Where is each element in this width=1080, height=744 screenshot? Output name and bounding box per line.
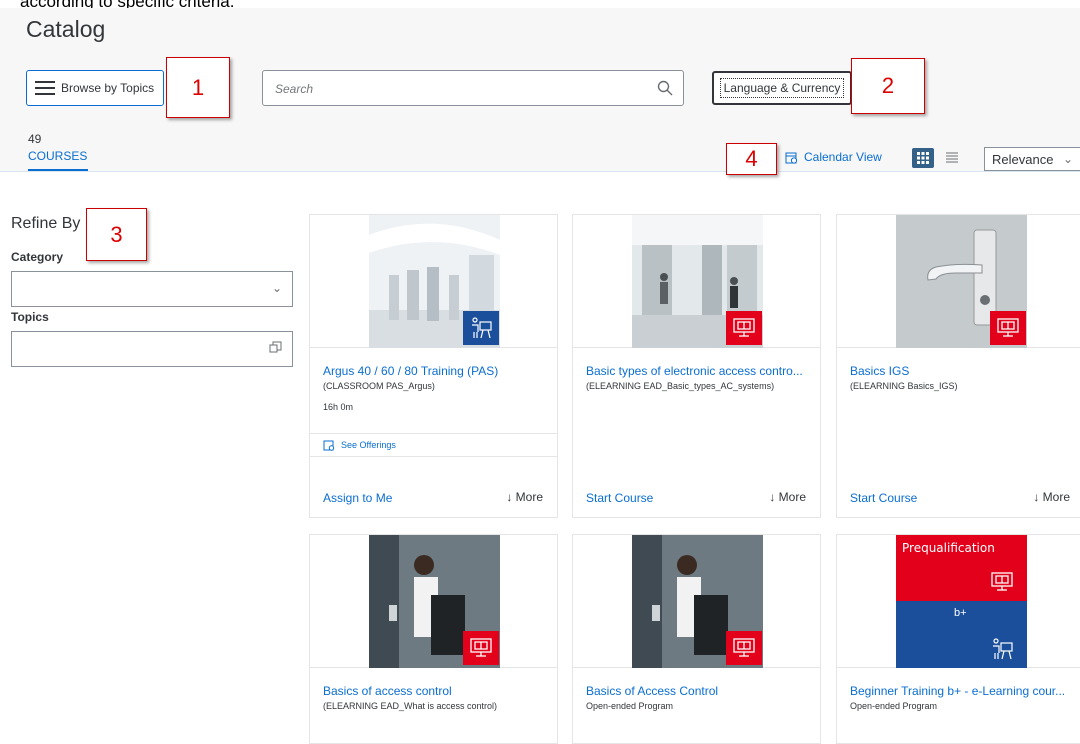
course-code: (CLASSROOM PAS_Argus) xyxy=(323,381,435,391)
course-title[interactable]: Basics of access control xyxy=(323,684,548,698)
prequalification-label: Prequalification xyxy=(902,541,995,555)
result-count: 49 xyxy=(28,132,42,146)
see-offerings-label: See Offerings xyxy=(341,440,396,450)
course-image: Prequalification b+ xyxy=(837,535,1080,668)
more-button[interactable]: ↓ More xyxy=(506,490,543,504)
chevron-down-icon: ⌄ xyxy=(271,281,282,295)
course-type: Open-ended Program xyxy=(850,701,938,711)
prequalification-block: Prequalification xyxy=(896,535,1027,601)
elearning-icon xyxy=(726,631,762,665)
course-image xyxy=(310,215,557,348)
course-card[interactable]: Basic types of electronic access contro.… xyxy=(572,214,821,518)
bplus-label: b+ xyxy=(954,607,967,619)
hamburger-icon xyxy=(35,81,55,95)
course-type: Open-ended Program xyxy=(586,701,674,711)
language-currency-button[interactable]: Language & Currency xyxy=(712,71,852,105)
course-image xyxy=(573,535,820,668)
category-select[interactable]: ⌄ xyxy=(11,271,293,307)
list-view-toggle[interactable] xyxy=(940,148,964,168)
browse-by-topics-button[interactable]: Browse by Topics xyxy=(26,70,164,106)
calendar-view-link[interactable]: Calendar View xyxy=(785,150,882,164)
course-title[interactable]: Argus 40 / 60 / 80 Training (PAS) xyxy=(323,364,548,378)
course-code: (ELEARNING EAD_Basic_types_AC_systems) xyxy=(586,381,775,391)
sort-value: Relevance xyxy=(992,151,1054,167)
course-image xyxy=(837,215,1080,348)
more-label: More xyxy=(1042,490,1070,504)
elearning-icon xyxy=(463,631,499,665)
elearning-icon xyxy=(991,572,1013,591)
course-code: (ELEARNING EAD_What is access control) xyxy=(323,701,498,711)
tab-courses[interactable]: COURSES xyxy=(28,149,88,171)
browse-by-topics-label: Browse by Topics xyxy=(61,81,155,95)
classroom-icon xyxy=(993,638,1013,660)
elearning-icon xyxy=(726,311,762,345)
annotation-3: 3 xyxy=(86,208,147,261)
search-icon[interactable] xyxy=(657,80,673,96)
page-title: Catalog xyxy=(26,16,106,42)
course-title[interactable]: Basic types of electronic access contro.… xyxy=(586,364,811,378)
see-offerings-link[interactable]: See Offerings xyxy=(310,433,557,457)
more-button[interactable]: ↓ More xyxy=(1033,490,1070,504)
assign-to-me-button[interactable]: Assign to Me xyxy=(323,491,392,505)
language-currency-label: Language & Currency xyxy=(719,78,845,98)
category-label: Category xyxy=(11,250,64,264)
program-tile: Prequalification b+ xyxy=(896,535,1027,668)
annotation-1: 1 xyxy=(166,57,230,118)
course-card[interactable]: Basics IGS (ELEARNING Basics_IGS) Start … xyxy=(836,214,1080,518)
calendar-icon xyxy=(785,152,798,164)
annotation-2: 2 xyxy=(851,58,925,114)
more-label: More xyxy=(778,490,806,504)
start-course-button[interactable]: Start Course xyxy=(586,491,653,505)
refine-by-heading: Refine By xyxy=(11,215,81,232)
value-help-icon[interactable] xyxy=(269,341,282,354)
course-title[interactable]: Basics of Access Control xyxy=(586,684,811,698)
course-image xyxy=(310,535,557,668)
sort-select[interactable]: Relevance ⌄ xyxy=(984,147,1080,171)
calendar-icon xyxy=(323,440,335,451)
list-icon xyxy=(946,152,958,163)
bplus-block: b+ xyxy=(896,601,1027,668)
more-button[interactable]: ↓ More xyxy=(769,490,806,504)
more-label: More xyxy=(515,490,543,504)
course-image xyxy=(573,215,820,348)
elearning-icon xyxy=(990,311,1026,345)
topics-label: Topics xyxy=(11,310,49,324)
classroom-icon xyxy=(463,311,499,345)
chevron-down-icon: ⌄ xyxy=(1062,152,1073,166)
course-duration: 16h 0m xyxy=(323,402,354,412)
search-placeholder: Search xyxy=(275,82,314,96)
course-title[interactable]: Beginner Training b+ - e-Learning cour..… xyxy=(850,684,1075,698)
grid-view-toggle[interactable] xyxy=(912,148,934,168)
calendar-view-label: Calendar View xyxy=(804,150,882,164)
course-card[interactable]: Argus 40 / 60 / 80 Training (PAS) (CLASS… xyxy=(309,214,558,518)
course-code: (ELEARNING Basics_IGS) xyxy=(850,381,958,391)
grid-icon xyxy=(917,152,929,164)
search-input[interactable]: Search xyxy=(262,70,684,106)
course-card[interactable]: Basics of Access Control Open-ended Prog… xyxy=(572,534,821,744)
start-course-button[interactable]: Start Course xyxy=(850,491,917,505)
course-title[interactable]: Basics IGS xyxy=(850,364,1075,378)
topics-value-help[interactable] xyxy=(11,331,293,367)
annotation-4: 4 xyxy=(726,143,777,175)
course-card[interactable]: Prequalification b+ Beginner Training b+… xyxy=(836,534,1080,744)
course-card[interactable]: Basics of access control (ELEARNING EAD_… xyxy=(309,534,558,744)
